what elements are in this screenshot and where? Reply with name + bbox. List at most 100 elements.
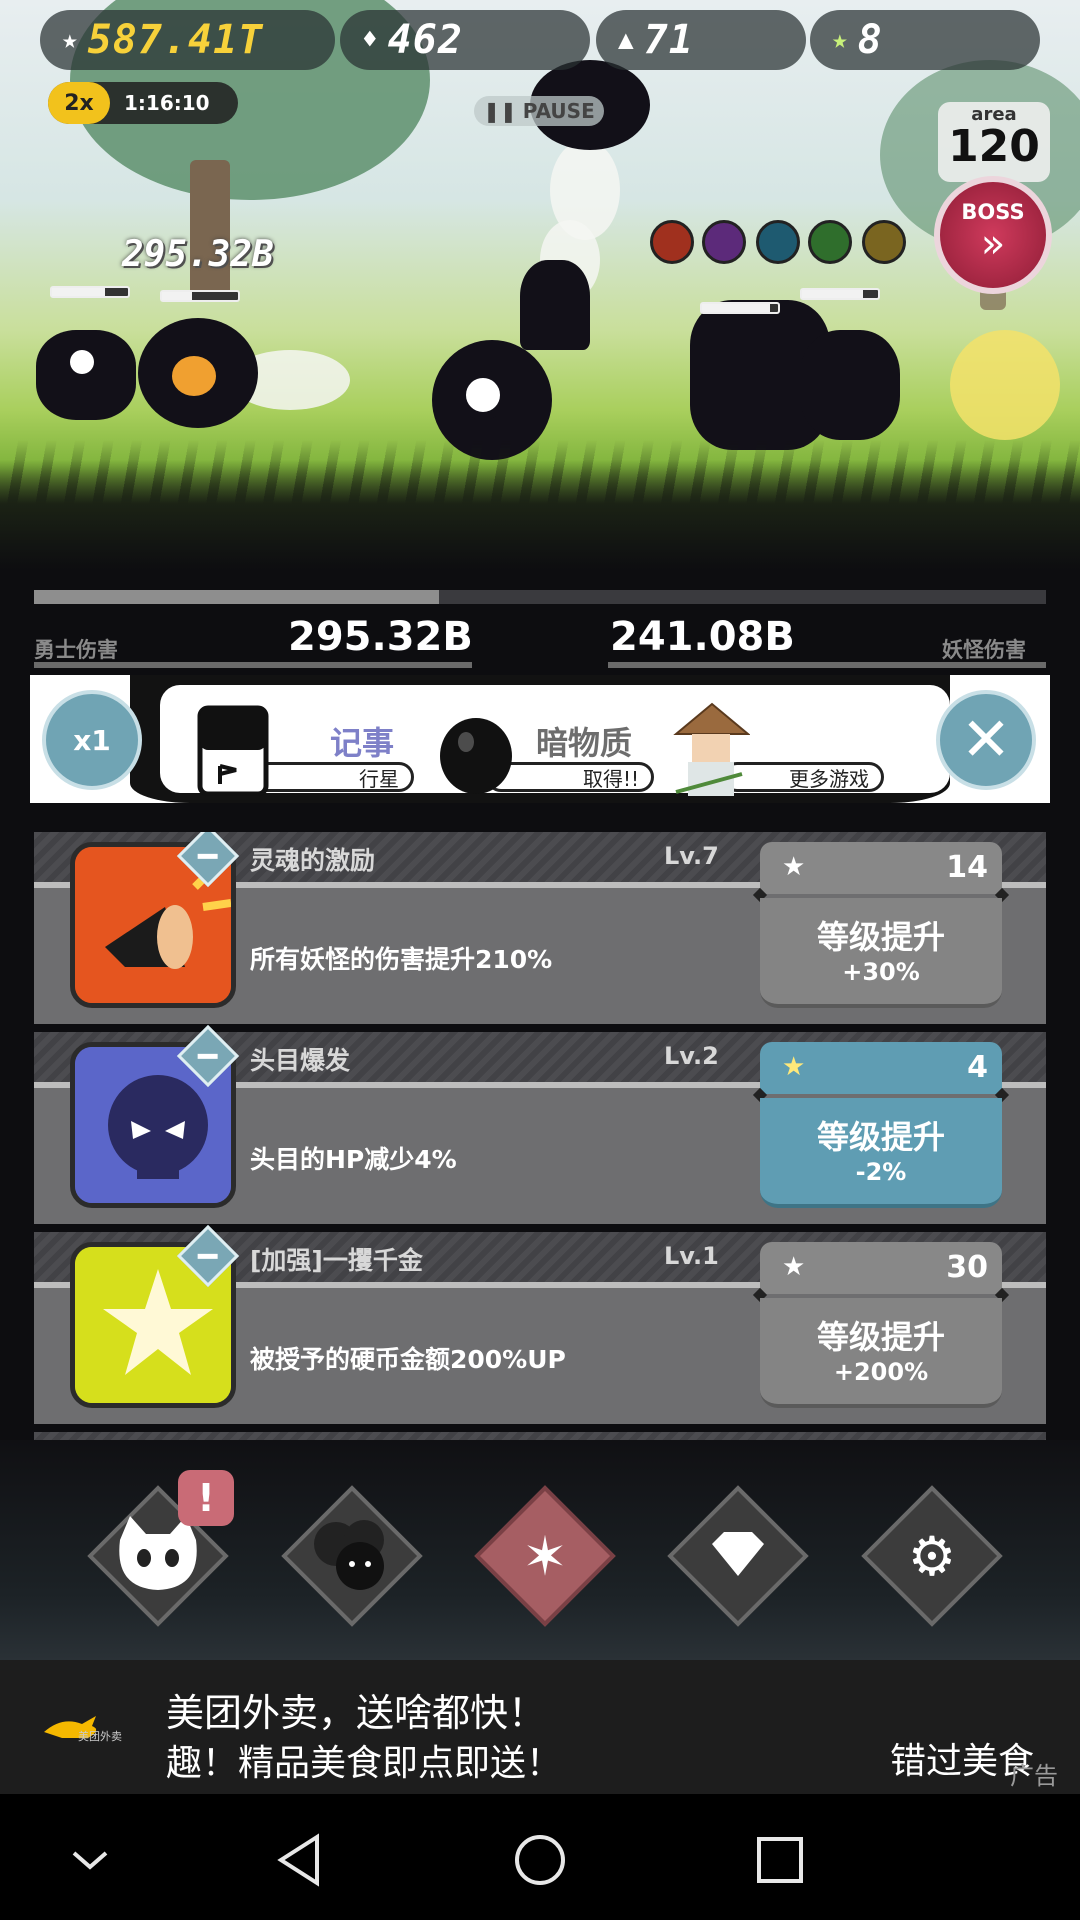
alert-badge: ! bbox=[178, 1470, 234, 1526]
system-navigation-bar bbox=[0, 1794, 1080, 1920]
wanderer-character-icon bbox=[673, 702, 750, 796]
monster-eye bbox=[70, 350, 94, 374]
monster-group-icon bbox=[314, 1520, 384, 1590]
deer-monster bbox=[36, 330, 136, 420]
area-number: 120 bbox=[948, 121, 1040, 172]
gem-icon bbox=[712, 1532, 764, 1576]
ad-tag: 广告 bbox=[1010, 1762, 1058, 1790]
rainbow-star-icon: ★ bbox=[782, 1052, 806, 1082]
stage-progress-bar bbox=[34, 590, 1046, 604]
skill-card: 所有妖怪的伤害提升210% 灵魂的激励 Lv.7 ★ 14 等级提升 +30% bbox=[34, 832, 1046, 1024]
skill-cost-value: 30 bbox=[946, 1250, 988, 1285]
level-up-bonus: -2% bbox=[855, 1158, 907, 1186]
witch-monster bbox=[520, 260, 590, 350]
home-circle-icon[interactable] bbox=[510, 1830, 570, 1890]
nav-tab-skills[interactable]: ✶ bbox=[467, 1478, 617, 1628]
skill-header-stripe bbox=[34, 1432, 1046, 1440]
floating-damage-number: 295.32B bbox=[122, 234, 274, 275]
boar-monster bbox=[950, 330, 1060, 440]
deer-monster bbox=[800, 330, 900, 440]
speed-boost-timer[interactable]: 2x 1:16:10 bbox=[48, 82, 238, 124]
dark-matter-title: 暗物质 bbox=[536, 724, 633, 762]
chevron-down-icon[interactable] bbox=[60, 1830, 120, 1890]
skill-card: 头目的HP减少4% 头目爆发 Lv.2 ★ 4 等级提升 -2% bbox=[34, 1024, 1046, 1224]
star-icon: ★ bbox=[62, 25, 78, 55]
skill-cost: ★ 4 bbox=[760, 1042, 1002, 1094]
advertisement-banner[interactable]: 美团外卖 美团外卖，送啥都快！ 趣！精品美食即点即送！ 错过美食 广告 bbox=[0, 1660, 1080, 1794]
back-triangle-icon[interactable] bbox=[270, 1830, 330, 1890]
multiplier-label: x1 bbox=[73, 723, 111, 757]
soul-counter: ▲ 71 bbox=[596, 10, 806, 70]
ad-subline: 趣！精品美食即点即送！ bbox=[166, 1743, 563, 1784]
recent-apps-square-icon[interactable] bbox=[750, 1830, 810, 1890]
soul-value: 71 bbox=[643, 17, 694, 63]
soul-icon: ▲ bbox=[618, 25, 634, 55]
skill-description: 所有妖怪的伤害提升210% bbox=[250, 945, 553, 974]
ground-shadow bbox=[0, 460, 1080, 570]
skill-cost-value: 14 bbox=[946, 850, 988, 885]
rainbow-star-value: 8 bbox=[857, 17, 883, 63]
level-up-label: 等级提升 bbox=[816, 1118, 945, 1156]
dark-matter-blob-icon bbox=[440, 718, 512, 794]
monster-eye bbox=[172, 356, 216, 396]
journal-subtitle: 行星 bbox=[359, 766, 399, 791]
gem-value: 462 bbox=[387, 17, 463, 63]
monster-damage-value: 241.08B bbox=[610, 614, 795, 660]
nav-tab-shop[interactable] bbox=[660, 1478, 810, 1628]
nav-tab-settings[interactable]: ⚙ bbox=[854, 1478, 1004, 1628]
level-up-button[interactable]: 等级提升 +30% bbox=[760, 898, 1002, 1008]
monster-damage-underline bbox=[608, 662, 1046, 668]
close-button[interactable]: ✕ bbox=[936, 690, 1036, 790]
skill-card-partial bbox=[34, 1432, 1046, 1440]
double-chevron-right-icon: » bbox=[980, 221, 1006, 267]
buff-orb-icon bbox=[650, 220, 694, 264]
battle-scene[interactable]: 295.32B ★ 587.41T ♦ 462 ▲ 71 ★ 8 2x 1:16… bbox=[0, 0, 1080, 570]
level-up-button[interactable]: 等级提升 -2% bbox=[760, 1098, 1002, 1208]
star-icon: ★ bbox=[782, 1252, 806, 1282]
journal-title: 记事 bbox=[330, 724, 395, 762]
gem-icon: ♦ bbox=[362, 25, 378, 55]
rainbow-star-counter: ★ 8 bbox=[810, 10, 1040, 70]
dark-matter-subtitle: 取得!! bbox=[582, 766, 639, 791]
skill-level: Lv.1 bbox=[664, 1242, 719, 1270]
skill-name: 灵魂的激励 bbox=[250, 846, 376, 875]
skill-cost: ★ 30 bbox=[760, 1242, 1002, 1294]
gear-icon: ⚙ bbox=[907, 1524, 957, 1588]
monster-hp-bar bbox=[700, 302, 780, 314]
journal-book-icon bbox=[197, 705, 269, 797]
skill-list[interactable]: 所有妖怪的伤害提升210% 灵魂的激励 Lv.7 ★ 14 等级提升 +30% 头目的HP减少… bbox=[34, 832, 1046, 1440]
skill-description: 被授予的硬币金额200%UP bbox=[250, 1345, 566, 1374]
gold-counter: ★ 587.41T bbox=[40, 10, 335, 70]
damage-comparison: 勇士伤害 295.32B 241.08B 妖怪伤害 bbox=[0, 612, 1080, 668]
buff-orb-icon bbox=[808, 220, 852, 264]
pause-label: PAUSE bbox=[522, 99, 595, 123]
monster-hp-bar bbox=[160, 290, 240, 302]
nav-tab-monsters[interactable] bbox=[274, 1478, 424, 1628]
multiplier-toggle-button[interactable]: x1 bbox=[42, 690, 142, 790]
buff-orb-icon bbox=[702, 220, 746, 264]
star-icon: ★ bbox=[782, 852, 806, 882]
pause-button[interactable]: ❚❚ PAUSE bbox=[474, 96, 604, 126]
hero-damage-value: 295.32B bbox=[288, 614, 473, 660]
skill-name: 头目爆发 bbox=[250, 1046, 351, 1075]
banner-more-games[interactable]: 更多游戏 bbox=[672, 700, 892, 798]
skill-card: 被授予的硬币金额200%UP [加强]一攫千金 Lv.1 ★ 30 等级提升 +200% bbox=[34, 1224, 1046, 1424]
ad-logo-text: 美团外卖 bbox=[78, 1730, 122, 1743]
boss-button[interactable]: BOSS » bbox=[934, 176, 1052, 294]
speed-multiplier-badge: 2x bbox=[48, 82, 110, 124]
buff-orb-icon bbox=[862, 220, 906, 264]
gem-counter: ♦ 462 bbox=[340, 10, 590, 70]
banner-journal[interactable]: 行星 记事 bbox=[196, 700, 416, 798]
monster-hp-bar bbox=[50, 286, 130, 298]
level-up-bonus: +200% bbox=[833, 1358, 929, 1386]
monster-hp-bar bbox=[800, 288, 880, 300]
hero-damage-label: 勇士伤害 bbox=[34, 638, 118, 662]
background-tree-trunk bbox=[190, 160, 230, 300]
ad-headline: 美团外卖，送啥都快！ bbox=[166, 1691, 547, 1735]
skill-description: 头目的HP减少4% bbox=[250, 1145, 457, 1174]
banner-dark-matter[interactable]: 取得!! 暗物质 bbox=[436, 700, 656, 798]
level-up-button[interactable]: 等级提升 +200% bbox=[760, 1298, 1002, 1408]
hero-spiral bbox=[458, 370, 508, 420]
skill-cost: ★ 14 bbox=[760, 842, 1002, 894]
monster-damage-label: 妖怪伤害 bbox=[942, 638, 1026, 662]
